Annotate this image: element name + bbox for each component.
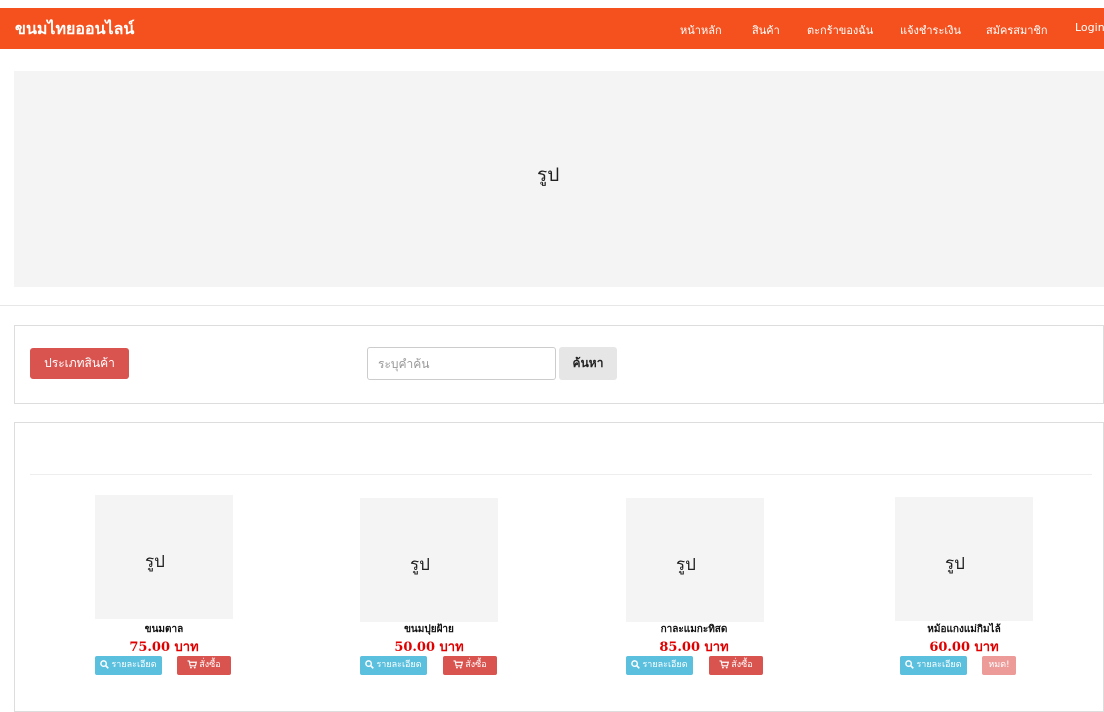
product-image[interactable]: รูป bbox=[895, 497, 1033, 621]
product-order-label: สั่งซื้อ bbox=[465, 660, 487, 670]
nav-item-products[interactable]: สินค้า bbox=[752, 21, 780, 39]
section-divider bbox=[0, 305, 1104, 306]
product-detail-label: รายละเอียด bbox=[916, 660, 962, 670]
product-image-text: รูป bbox=[676, 555, 696, 575]
product-order-button[interactable]: สั่งซื้อ bbox=[709, 656, 763, 675]
product-name: กาละแมกะทิสด bbox=[660, 624, 728, 635]
product-order-label: สั่งซื้อ bbox=[731, 660, 753, 670]
brand-title[interactable]: ขนมไทยออนไลน์ bbox=[15, 17, 134, 42]
search-icon bbox=[905, 660, 915, 669]
product-panel-divider bbox=[30, 474, 1092, 475]
product-image-text: รูป bbox=[945, 554, 965, 574]
product-detail-button[interactable]: รายละเอียด bbox=[626, 656, 693, 675]
cart-icon bbox=[719, 660, 730, 669]
product-price: 50.00 บาท bbox=[394, 640, 464, 655]
product-order-button[interactable]: สั่งซื้อ bbox=[177, 656, 231, 675]
product-detail-label: รายละเอียด bbox=[642, 660, 688, 670]
nav-item-payment-notice[interactable]: แจ้งชำระเงิน bbox=[900, 21, 961, 39]
product-name: หม้อแกงแม่กิมไล้ bbox=[927, 624, 1001, 635]
cart-icon bbox=[187, 660, 198, 669]
nav-item-login[interactable]: Login bbox=[1075, 21, 1104, 34]
product-detail-button[interactable]: รายละเอียด bbox=[360, 656, 427, 675]
search-icon bbox=[631, 660, 641, 669]
product-image-text: รูป bbox=[145, 552, 165, 572]
product-price: 75.00 บาท bbox=[129, 640, 199, 655]
nav-item-my-cart[interactable]: ตะกร้าของฉัน bbox=[807, 21, 873, 39]
banner-image-text: รูป bbox=[537, 164, 560, 186]
banner-image: รูป bbox=[14, 71, 1104, 287]
category-button[interactable]: ประเภทสินค้า bbox=[30, 348, 129, 379]
product-image-text: รูป bbox=[410, 555, 430, 575]
product-order-label: สั่งซื้อ bbox=[199, 660, 221, 670]
nav-item-register[interactable]: สมัครสมาชิก bbox=[986, 21, 1048, 39]
product-detail-button[interactable]: รายละเอียด bbox=[95, 656, 162, 675]
search-button[interactable]: ค้นหา bbox=[559, 347, 617, 380]
top-navbar: ขนมไทยออนไลน์ หน้าหลัก สินค้า ตะกร้าของฉ… bbox=[0, 8, 1104, 49]
product-image[interactable]: รูป bbox=[360, 498, 498, 622]
nav-item-home[interactable]: หน้าหลัก bbox=[680, 21, 722, 39]
search-input[interactable] bbox=[367, 347, 556, 380]
product-name: ขนมปุยฝ้าย bbox=[404, 624, 454, 635]
search-icon bbox=[100, 660, 110, 669]
cart-icon bbox=[453, 660, 464, 669]
product-image[interactable]: รูป bbox=[95, 495, 233, 619]
product-detail-button[interactable]: รายละเอียด bbox=[900, 656, 967, 675]
product-price: 60.00 บาท bbox=[929, 640, 999, 655]
product-price: 85.00 บาท bbox=[659, 640, 729, 655]
product-out-of-stock-button[interactable]: หมด! bbox=[982, 656, 1016, 675]
product-detail-label: รายละเอียด bbox=[111, 660, 157, 670]
product-detail-label: รายละเอียด bbox=[376, 660, 422, 670]
product-order-button[interactable]: สั่งซื้อ bbox=[443, 656, 497, 675]
product-image[interactable]: รูป bbox=[626, 498, 764, 622]
product-name: ขนมตาล bbox=[144, 624, 184, 635]
search-icon bbox=[365, 660, 375, 669]
